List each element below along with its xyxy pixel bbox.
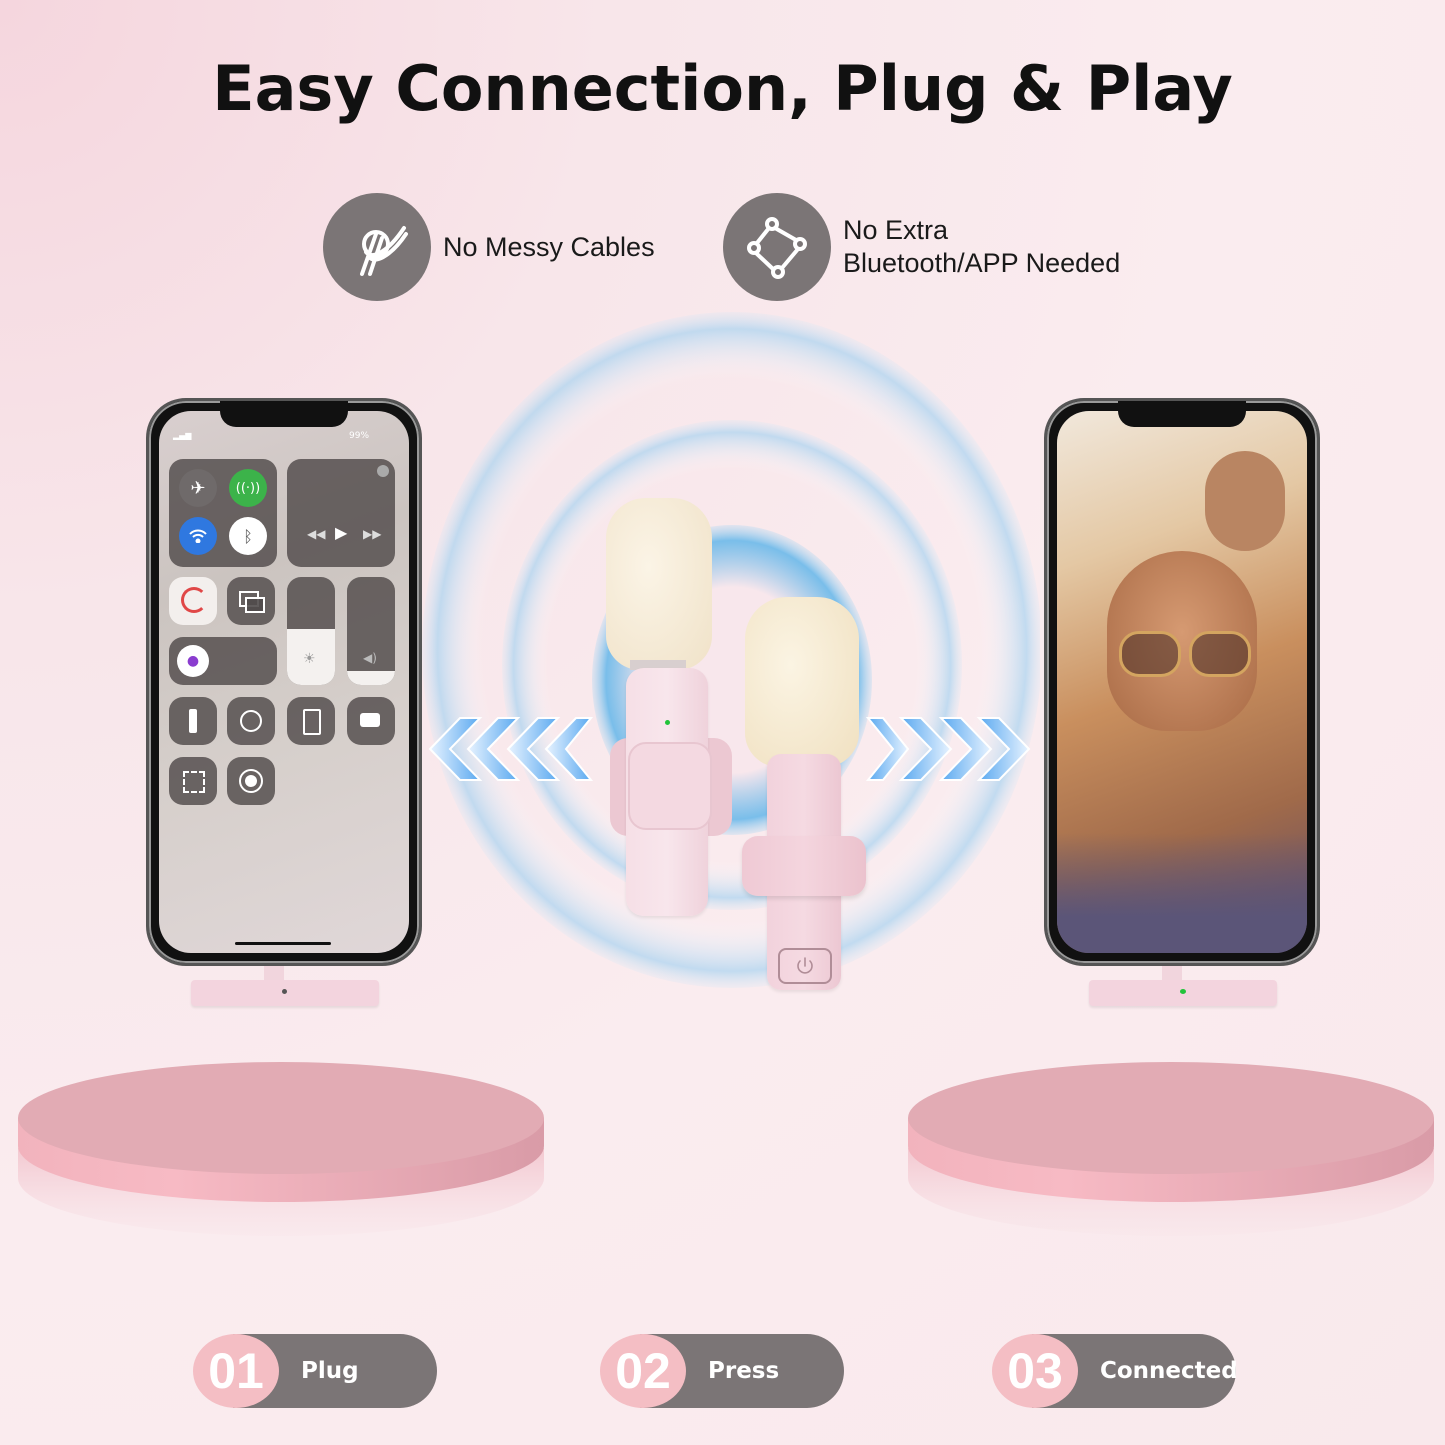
home-indicator [235,942,331,945]
right-receiver [1089,980,1277,1006]
mic-clip [742,836,866,896]
phone-notch [220,401,348,427]
left-receiver [191,980,379,1006]
step-label: Plug [301,1358,359,1384]
play-icon[interactable]: ▶ [335,523,347,542]
mic-clip-front [628,742,712,830]
receiver-led-on [1180,989,1186,994]
control-center-screen: ▂▄▆ 99% ✈ ((·)) ᛒ ◀◀ ▶ ▶▶ ☀ ◀) ● [159,411,409,953]
signal-rings [422,312,1040,988]
qr-scanner-button[interactable] [169,757,217,805]
flashlight-icon [189,709,197,733]
calculator-icon [303,709,321,735]
lightning-plug [1162,966,1182,980]
airplay-icon[interactable] [377,465,389,477]
qr-code-icon [183,771,205,793]
fast-forward-icon[interactable]: ▶▶ [363,527,381,541]
sunglasses-right [1189,631,1251,677]
selfie-photo [1057,411,1307,953]
feature-text: No Messy Cables [443,231,655,262]
step-label: Press [708,1358,780,1384]
photo-lower [1057,833,1307,953]
left-phone: ▂▄▆ 99% ✈ ((·)) ᛒ ◀◀ ▶ ▶▶ ☀ ◀) ● [146,398,422,966]
step-number: 03 [992,1334,1078,1408]
phone-notch [1118,401,1246,427]
page-title: Easy Connection, Plug & Play [212,52,1233,125]
step-label: Connected [1100,1358,1238,1384]
step-plug: 01 Plug [193,1334,437,1408]
timer-icon [240,710,262,732]
screen-mirroring-button[interactable] [227,577,275,625]
focus-button[interactable]: ● [169,637,277,685]
connectivity-panel: ✈ ((·)) ᛒ [169,459,277,567]
rotation-lock-icon [181,587,207,613]
timer-button[interactable] [227,697,275,745]
lightning-plug [264,966,284,980]
step-connected: 03 Connected [992,1334,1238,1408]
calculator-button[interactable] [287,697,335,745]
right-arrows [866,717,1031,781]
step-number: 01 [193,1334,279,1408]
volume-icon: ◀) [363,651,377,665]
chevron-right-icon [866,717,910,781]
network-nodes-icon [723,193,831,301]
feature-text: No Extra Bluetooth/APP Needed [843,214,1120,280]
feature-no-extra-app: No Extra Bluetooth/APP Needed [723,193,1120,301]
right-platform [908,1062,1434,1236]
signal-icon: ▂▄▆ [173,431,192,440]
led-indicator [665,720,670,725]
brightness-slider[interactable]: ☀ [287,577,335,685]
airplane-mode-icon[interactable]: ✈ [179,469,217,507]
screen-record-button[interactable] [227,757,275,805]
feature-line-1: No Extra [843,215,949,245]
rewind-icon[interactable]: ◀◀ [307,527,325,541]
feature-line-2: Bluetooth/APP Needed [843,248,1121,278]
focus-person-icon: ● [177,645,209,677]
feature-no-messy-cables: No Messy Cables [323,193,655,301]
chevron-left-icon [544,717,593,781]
camera-button[interactable] [347,697,395,745]
volume-slider[interactable]: ◀) [347,577,395,685]
rotation-lock-button[interactable] [169,577,217,625]
step-press: 02 Press [600,1334,844,1408]
cellular-data-icon[interactable]: ((·)) [229,469,267,507]
left-platform [18,1062,544,1236]
left-arrows [428,717,593,781]
mic-foam-windscreen [606,498,712,670]
person-head-man [1205,451,1285,551]
media-player-panel[interactable]: ◀◀ ▶ ▶▶ [287,459,395,567]
flashlight-button[interactable] [169,697,217,745]
power-button[interactable] [778,948,832,984]
record-icon [245,775,257,787]
wifi-icon[interactable] [179,517,217,555]
receiver-led-off [282,989,287,994]
mic-foam-windscreen [745,597,859,767]
camera-icon [360,713,380,727]
power-icon [797,957,813,974]
bluetooth-icon[interactable]: ᛒ [229,517,267,555]
tangled-cable-icon [323,193,431,301]
step-number: 02 [600,1334,686,1408]
right-phone [1044,398,1320,966]
battery-status: 99% [349,431,370,441]
sunglasses-left [1119,631,1181,677]
brightness-icon: ☀ [303,651,316,667]
